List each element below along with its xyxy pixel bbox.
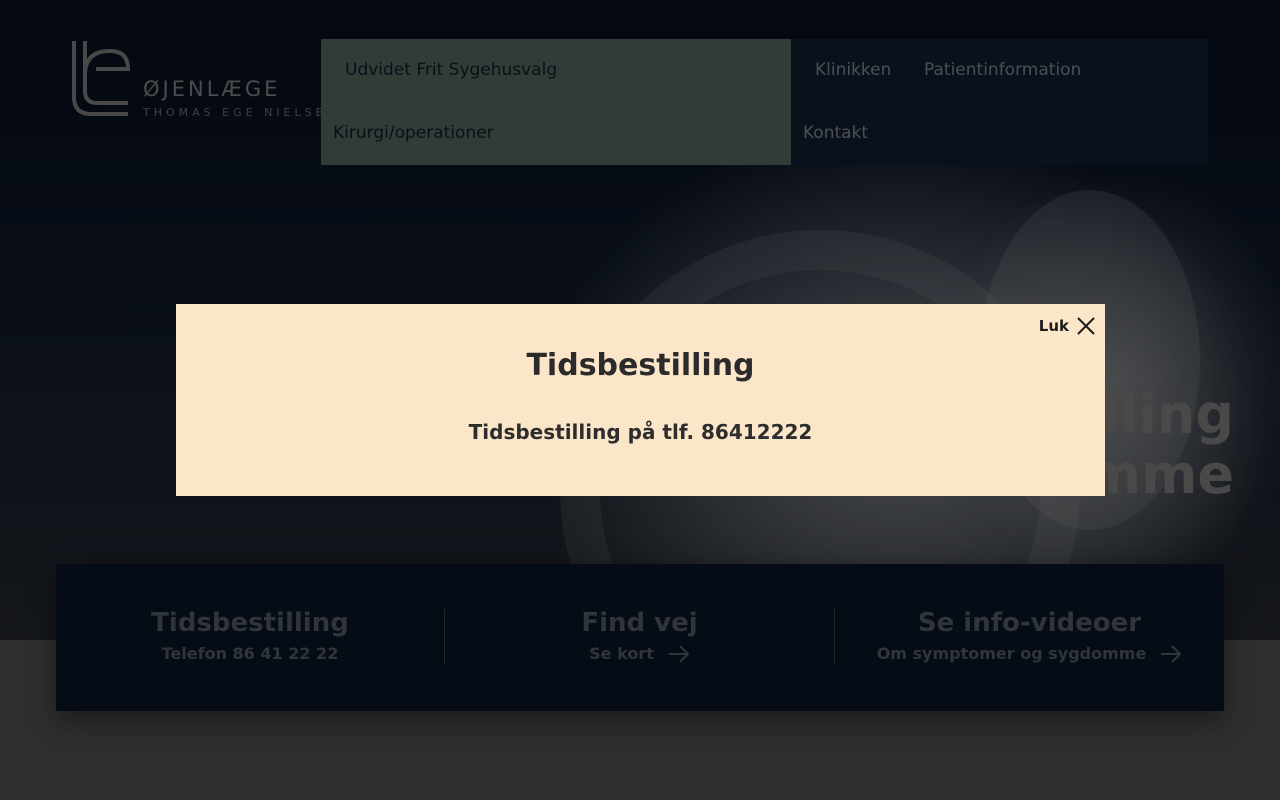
modal-text: Tidsbestilling på tlf. 86412222 [468, 420, 813, 444]
modal-close-button[interactable]: Luk [1039, 317, 1095, 335]
modal-title: Tidsbestilling [526, 348, 755, 383]
tidsbestilling-modal: Luk Tidsbestilling Tidsbestilling på tlf… [176, 304, 1105, 496]
modal-close-label: Luk [1038, 317, 1069, 335]
close-icon [1077, 317, 1095, 335]
